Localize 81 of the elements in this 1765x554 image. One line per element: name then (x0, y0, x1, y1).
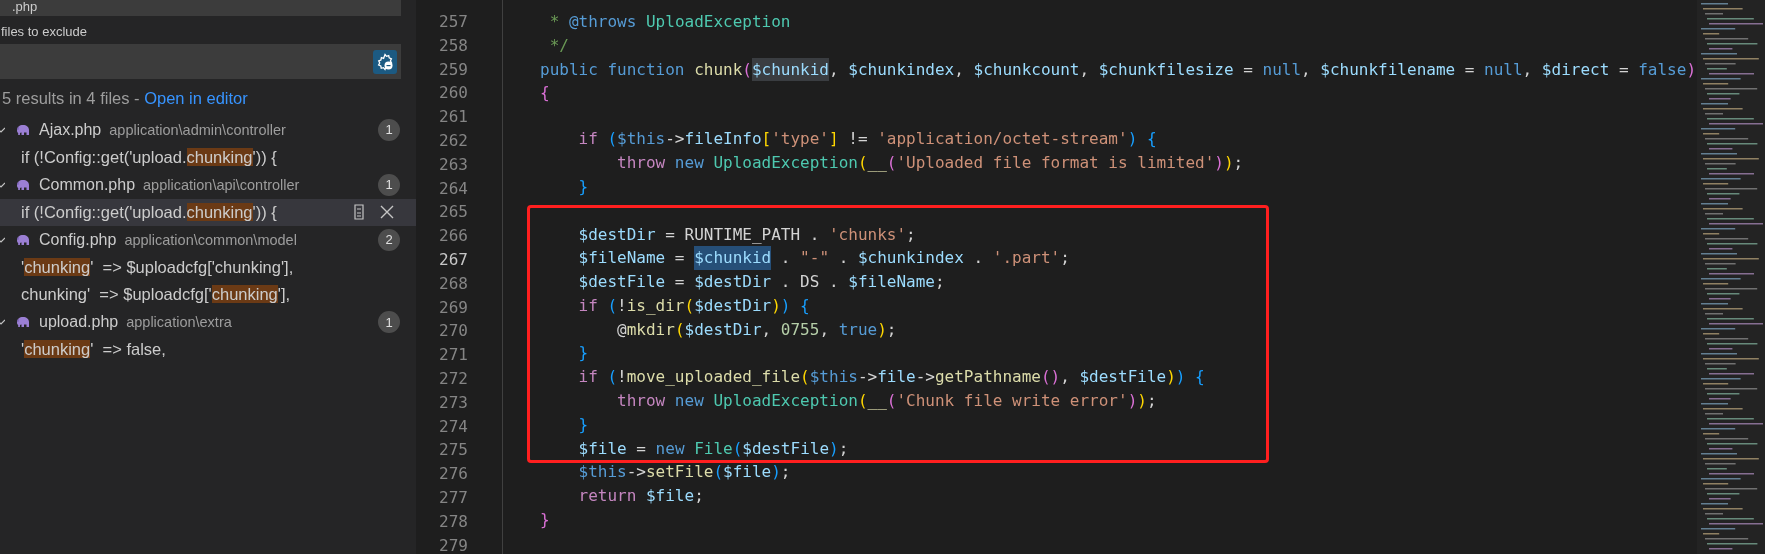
elephant-icon (15, 316, 31, 329)
line-number: 257 (439, 11, 469, 33)
chevron-icon[interactable] (0, 180, 5, 189)
replace-icon[interactable] (352, 204, 366, 221)
file-path: application\common\model (124, 231, 298, 248)
code-line: @mkdir($destDir, 0755, true); (616, 318, 898, 341)
close-icon[interactable] (380, 204, 394, 221)
line-number: 275 (439, 439, 469, 462)
file-row[interactable]: Ajax.php application\admin\controller 1 (0, 116, 416, 144)
results-summary: 5 results in 4 files - Open in editor (2, 89, 248, 108)
file-name: Common.php (39, 175, 136, 194)
code-line: } (540, 509, 551, 532)
code-line: throw new UploadException(__('Chunk file write error')); (616, 390, 1158, 413)
file-row[interactable]: upload.php application\extra 1 (0, 308, 416, 336)
file-name: Config.php (39, 230, 117, 249)
code-line: $file = new File($destFile); (577, 437, 850, 460)
line-number: 266 (439, 225, 469, 248)
line-number: 258 (439, 34, 469, 57)
file-path: application\extra (126, 314, 233, 331)
line-number: 268 (439, 272, 469, 295)
line-number: 263 (439, 153, 469, 176)
file-name: upload.php (39, 313, 119, 332)
code-line: $destFile = $destDir . DS . $fileName; (577, 271, 946, 294)
code-line: * @throws UploadException (548, 11, 792, 33)
search-match[interactable]: 'chunking' => $uploadcfg['chunking'], (0, 253, 416, 281)
code-line: return $file; (577, 485, 705, 508)
file-row[interactable]: Config.php application\common\model 2 (0, 226, 416, 254)
code-line: public function chunk($chunkid, $chunkindex, $chunkcount, $chunkfilesize = null, $chunkfilename = null, $direct = false) (540, 57, 1765, 82)
code-line: if ($this->fileInfo['type'] != 'application/octet-stream') { (577, 128, 1158, 151)
line-number: 276 (439, 463, 469, 486)
settings-button[interactable] (373, 49, 397, 74)
line-number: 262 (439, 130, 469, 152)
line-number: 274 (439, 415, 469, 438)
code-line: { (540, 82, 551, 105)
line-number: 265 (439, 201, 469, 224)
search-match[interactable]: if (!Config::get('upload.chunking')) { (0, 198, 416, 226)
line-number: 269 (439, 296, 469, 319)
code-line: */ (548, 34, 570, 57)
code-line: } (577, 175, 590, 198)
file-path: application\admin\controller (109, 121, 287, 138)
line-number: 279 (439, 534, 469, 554)
code-line: $fileName = $chunkid . "-" . $chunkindex . '.part'; (540, 246, 1765, 271)
search-match[interactable]: 'chunking' => false, (0, 336, 416, 364)
line-number: 272 (439, 367, 469, 390)
code-line: } (577, 413, 590, 436)
line-number: 267 (439, 248, 469, 271)
code-line: if (!move_uploaded_file($this->file->getPathname(), $destFile)) { (577, 366, 1206, 389)
exclude-field[interactable] (0, 44, 401, 79)
chevron-icon[interactable] (0, 235, 5, 244)
line-number: 277 (439, 486, 469, 509)
code-line: } (577, 342, 590, 365)
open-in-editor-link[interactable]: Open in editor (144, 89, 248, 107)
code-line: throw new UploadException(__('Uploaded file format is limited')); (616, 152, 1245, 175)
line-number: 271 (439, 344, 469, 367)
code-line: $destDir = RUNTIME_PATH . 'chunks'; (577, 223, 917, 246)
line-number: 259 (439, 58, 469, 81)
line-number: 260 (439, 82, 469, 105)
match-count: 2 (378, 228, 400, 251)
chevron-icon[interactable] (0, 318, 5, 327)
line-number: 261 (439, 106, 469, 129)
file-name: Ajax.php (39, 120, 102, 139)
chevron-icon[interactable] (0, 125, 5, 134)
search-match[interactable]: chunking' => $uploadcfg['chunking'], (0, 281, 416, 309)
file-row[interactable]: Common.php application\api\controller 1 (0, 171, 416, 199)
match-count: 1 (378, 311, 400, 334)
include-field[interactable]: .php (0, 0, 401, 16)
field-label: files to exclude (1, 24, 87, 40)
code-line: if (!is_dir($destDir)) { (577, 294, 811, 317)
file-path: application\api\controller (143, 176, 301, 193)
elephant-icon (15, 233, 31, 246)
elephant-icon (15, 178, 31, 191)
line-number: 273 (439, 391, 469, 414)
search-match[interactable]: if (!Config::get('upload.chunking')) { (0, 143, 416, 171)
elephant-icon (15, 123, 31, 136)
line-number: 278 (439, 510, 469, 533)
settings-icon (376, 52, 394, 71)
line-number: 264 (439, 177, 469, 200)
code-line: $this->setFile($file); (577, 461, 792, 484)
line-number: 270 (439, 320, 469, 343)
match-count: 1 (378, 173, 400, 196)
match-count: 1 (378, 118, 400, 141)
